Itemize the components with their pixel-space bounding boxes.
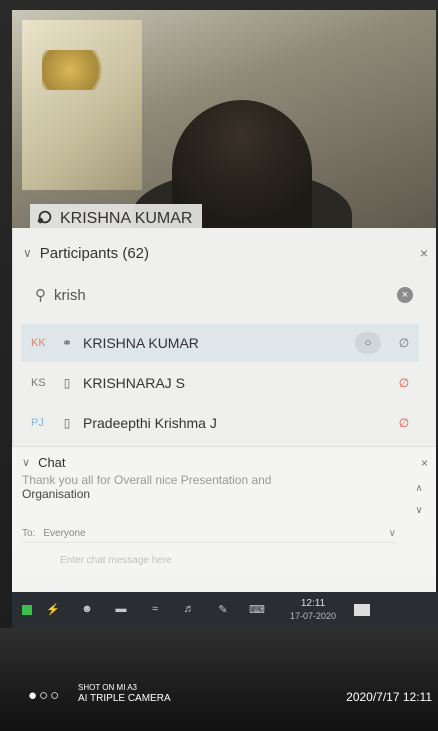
- search-input[interactable]: krish: [54, 287, 86, 304]
- clock-time: 12:11: [300, 598, 326, 609]
- chat-message-line: Thank you all for Overall nice Presentat…: [22, 473, 272, 487]
- participant-initials: KK: [31, 337, 46, 349]
- wifi-icon[interactable]: ≈: [146, 603, 164, 617]
- notification-icon[interactable]: [354, 604, 371, 616]
- power-plug-icon[interactable]: ⚡: [44, 603, 62, 617]
- to-label: To:: [22, 528, 36, 539]
- chat-title: Chat: [38, 455, 66, 470]
- chat-messages: Thank you all for Overall nice Presentat…: [22, 473, 398, 503]
- chevron-down-icon[interactable]: ∨: [23, 246, 32, 260]
- chat-message-input[interactable]: Enter chat message here: [60, 555, 360, 571]
- chat-panel: ∨ Chat × Thank you all for Overall nice …: [12, 446, 436, 576]
- clock-date: 17-07-2020: [290, 611, 337, 621]
- taskbar-clock[interactable]: 12:11 17-07-2020: [290, 598, 336, 622]
- chat-header[interactable]: ∨ Chat ×: [22, 455, 428, 470]
- laptop-bezel: [0, 628, 438, 731]
- participant-name: KRISHNA KUMAR: [83, 335, 199, 351]
- watermark-line2: AI TRIPLE CAMERA: [78, 693, 171, 704]
- mic-muted-icon[interactable]: ∅: [395, 336, 413, 350]
- desktop-icon: ▯: [63, 376, 71, 390]
- desktop-icon: ▯: [63, 416, 71, 430]
- pen-icon[interactable]: ✎: [214, 603, 232, 617]
- camera-watermark: ●○○ SHOT ON MI A3 AI TRIPLE CAMERA: [28, 683, 198, 713]
- participant-name: KRISHNARAJ S: [83, 375, 185, 391]
- chat-message-line: Organisation: [22, 487, 91, 501]
- search-icon: ⚲: [35, 287, 46, 304]
- chevron-down-icon[interactable]: ∨: [22, 456, 30, 469]
- windows-taskbar: ⚡ ☻ ▬ ≈ ♬ ✎ ⌨ 12:11 17-07-2020: [12, 592, 438, 628]
- background-plant: [42, 50, 112, 90]
- volume-icon[interactable]: ♬: [180, 603, 198, 617]
- mic-muted-icon[interactable]: ∅: [395, 416, 413, 430]
- participant-initials: PJ: [31, 417, 44, 429]
- people-icon[interactable]: ☻: [78, 603, 96, 617]
- chat-recipient-select[interactable]: To: Everyone ∨: [22, 525, 396, 543]
- close-icon[interactable]: ×: [421, 456, 428, 470]
- participant-search[interactable]: ⚲ krish ×: [35, 278, 413, 312]
- keyboard-icon[interactable]: ⌨: [248, 603, 266, 617]
- chevron-down-icon[interactable]: ∨: [389, 528, 396, 539]
- participant-row[interactable]: KS ▯ KRISHNARAJ S ∅: [21, 364, 419, 402]
- chat-bubble-icon[interactable]: ○: [355, 332, 381, 354]
- photo-timestamp: 2020/7/17 12:11: [346, 690, 432, 704]
- participants-title: Participants (62): [39, 244, 150, 262]
- close-icon[interactable]: ×: [420, 245, 428, 261]
- recipient-value[interactable]: Everyone: [43, 528, 85, 539]
- chat-scrollbar[interactable]: ∧ ∨: [412, 483, 426, 523]
- speaker-name: KRISHNA KUMAR: [60, 210, 193, 227]
- participant-row[interactable]: PJ ▯ Pradeepthi Krishma J ∅: [21, 404, 419, 442]
- battery-icon[interactable]: ▬: [112, 603, 130, 617]
- participant-name: Pradeepthi Krishma J: [83, 415, 217, 431]
- audio-icon: ⚭: [61, 336, 73, 350]
- watermark-dots-icon: ●○○: [28, 687, 62, 704]
- participant-row[interactable]: KK ⚭ KRISHNA KUMAR ○ ∅: [21, 324, 419, 362]
- clear-search-icon[interactable]: ×: [397, 287, 413, 303]
- app-icon[interactable]: [22, 605, 32, 615]
- watermark-line1: SHOT ON MI A3: [78, 683, 137, 692]
- participant-initials: KS: [31, 377, 46, 389]
- background-window: [22, 20, 142, 190]
- mic-muted-icon[interactable]: ∅: [395, 376, 413, 390]
- participants-header[interactable]: ∨ Participants (62) ×: [23, 240, 428, 266]
